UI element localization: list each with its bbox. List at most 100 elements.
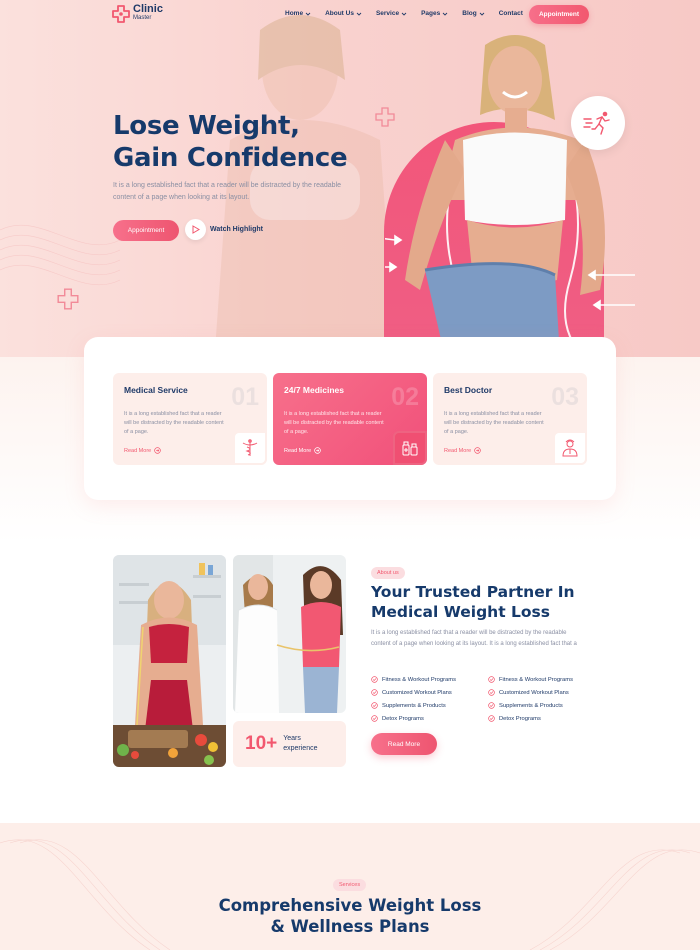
services-title: Comprehensive Weight Loss & Wellness Pla… [0, 895, 700, 937]
menu-item-home[interactable]: Home [285, 10, 311, 17]
chevron-down-icon [442, 12, 448, 16]
menu-item-label: Contact [498, 10, 523, 17]
check-circle-icon [488, 702, 495, 709]
menu-item-label: About Us [325, 10, 354, 17]
hero-description: It is a long established fact that a rea… [113, 182, 342, 201]
checklist-label: Detox Programs [499, 715, 541, 722]
hero-woman-image [385, 35, 635, 357]
running-person-icon [583, 111, 610, 135]
menu-item-label: Home [285, 10, 304, 17]
check-circle-icon [488, 689, 495, 696]
about-read-more-button[interactable]: Read More [371, 733, 437, 755]
plus-decoration-icon [375, 107, 395, 127]
experience-label: Years experience [283, 735, 318, 752]
menu-item-contact[interactable]: Contact [499, 10, 523, 17]
about-image-nurse-measuring [233, 555, 346, 713]
check-circle-icon [371, 715, 378, 722]
brand-logo[interactable]: Clinic Master [112, 3, 163, 23]
service-card-description: It is a long established fact that a rea… [124, 411, 224, 435]
checklist-label: Customized Workout Plans [499, 689, 569, 696]
checklist-item: Customized Workout Plans [371, 686, 491, 699]
chevron-down-icon [356, 12, 362, 16]
hero-title-line: Gain Confidence [113, 143, 348, 173]
service-card-medical[interactable]: Medical Service 01 It is a long establis… [113, 373, 267, 465]
read-more-label: Read More [444, 447, 472, 454]
checklist-item: Supplements & Products [371, 699, 491, 712]
checklist-label: Fitness & Workout Programs [382, 676, 456, 683]
service-card-doctor[interactable]: Best Doctor 03 It is a long established … [433, 373, 587, 465]
caduceus-icon [233, 431, 267, 465]
logo-tagline: Master [133, 15, 152, 21]
hero-section: Clinic Master Home About Us Service Page… [0, 0, 700, 357]
check-circle-icon [488, 676, 495, 683]
about-checklist-left: Fitness & Workout Programs Customized Wo… [371, 673, 491, 725]
service-card-number: 01 [231, 383, 259, 411]
read-more-label: Read More [124, 447, 152, 454]
checklist-label: Detox Programs [382, 715, 424, 722]
arrow-circle-icon [154, 447, 161, 454]
menu-item-blog[interactable]: Blog [462, 10, 485, 17]
checklist-label: Supplements & Products [499, 702, 563, 709]
service-card-description: It is a long established fact that a rea… [444, 411, 544, 435]
check-circle-icon [371, 702, 378, 709]
about-us-pill: About us [371, 567, 405, 579]
menu-item-label: Blog [462, 10, 477, 17]
arrow-circle-icon [314, 447, 321, 454]
about-checklist-right: Fitness & Workout Programs Customized Wo… [488, 673, 608, 725]
service-card-title: 24/7 Medicines [284, 385, 345, 395]
service-card-number: 02 [391, 383, 419, 411]
chevron-down-icon [401, 12, 407, 16]
top-navigation: Clinic Master Home About Us Service Page… [0, 0, 700, 30]
service-card-read-more[interactable]: Read More [124, 447, 161, 454]
chevron-down-icon [479, 12, 485, 16]
checklist-label: Customized Workout Plans [382, 689, 452, 696]
main-menu: Home About Us Service Pages Blog Contact [285, 10, 537, 17]
hero-appointment-button[interactable]: Appointment [113, 220, 179, 241]
menu-item-about-us[interactable]: About Us [325, 10, 362, 17]
service-card-number: 03 [551, 383, 579, 411]
checklist-item: Supplements & Products [488, 699, 608, 712]
hero-title: Lose Weight, Gain Confidence [113, 110, 373, 174]
watch-highlight-label: Watch Highlight [210, 226, 264, 233]
menu-item-pages[interactable]: Pages [421, 10, 448, 17]
checklist-item: Customized Workout Plans [488, 686, 608, 699]
checklist-item: Detox Programs [371, 712, 491, 725]
hero-title-line: Lose Weight, [113, 111, 300, 141]
service-card-description: It is a long established fact that a rea… [284, 411, 384, 435]
menu-item-label: Pages [421, 10, 441, 17]
about-image-woman-kitchen [113, 555, 226, 767]
service-card-medicines[interactable]: 24/7 Medicines 02 It is a long establish… [273, 373, 427, 465]
medicine-bottles-icon [393, 431, 427, 465]
service-card-title: Medical Service [124, 385, 188, 395]
about-description: It is a long established fact that a rea… [371, 630, 577, 647]
about-title: Your Trusted Partner In Medical Weight L… [371, 583, 575, 621]
read-more-label: Read More [284, 447, 312, 454]
services-cards-panel: Medical Service 01 It is a long establis… [84, 337, 616, 500]
plus-decoration-icon [57, 288, 79, 310]
services-title-line: & Wellness Plans [270, 917, 430, 936]
services-pill: Services [333, 879, 367, 891]
experience-number: 10+ [245, 733, 278, 754]
play-icon [185, 219, 206, 240]
check-circle-icon [371, 676, 378, 683]
checklist-item: Detox Programs [488, 712, 608, 725]
service-card-read-more[interactable]: Read More [444, 447, 481, 454]
logo-cross-icon [112, 5, 130, 23]
service-card-read-more[interactable]: Read More [284, 447, 321, 454]
nav-appointment-button[interactable]: Appointment [529, 5, 589, 24]
service-card-title: Best Doctor [444, 385, 493, 395]
experience-box: 10+ Years experience [233, 721, 346, 767]
checklist-item: Fitness & Workout Programs [371, 673, 491, 686]
doctor-icon [553, 431, 587, 465]
checklist-label: Fitness & Workout Programs [499, 676, 573, 683]
logo-name: Clinic [133, 3, 163, 15]
arrow-circle-icon [474, 447, 481, 454]
chevron-down-icon [305, 12, 311, 16]
services-section: Services Comprehensive Weight Loss & Wel… [0, 823, 700, 950]
runner-badge [571, 96, 625, 150]
menu-item-service[interactable]: Service [376, 10, 407, 17]
check-circle-icon [371, 689, 378, 696]
checklist-label: Supplements & Products [382, 702, 446, 709]
menu-item-label: Service [375, 10, 400, 17]
watch-highlight-button[interactable]: Watch Highlight [185, 219, 263, 240]
